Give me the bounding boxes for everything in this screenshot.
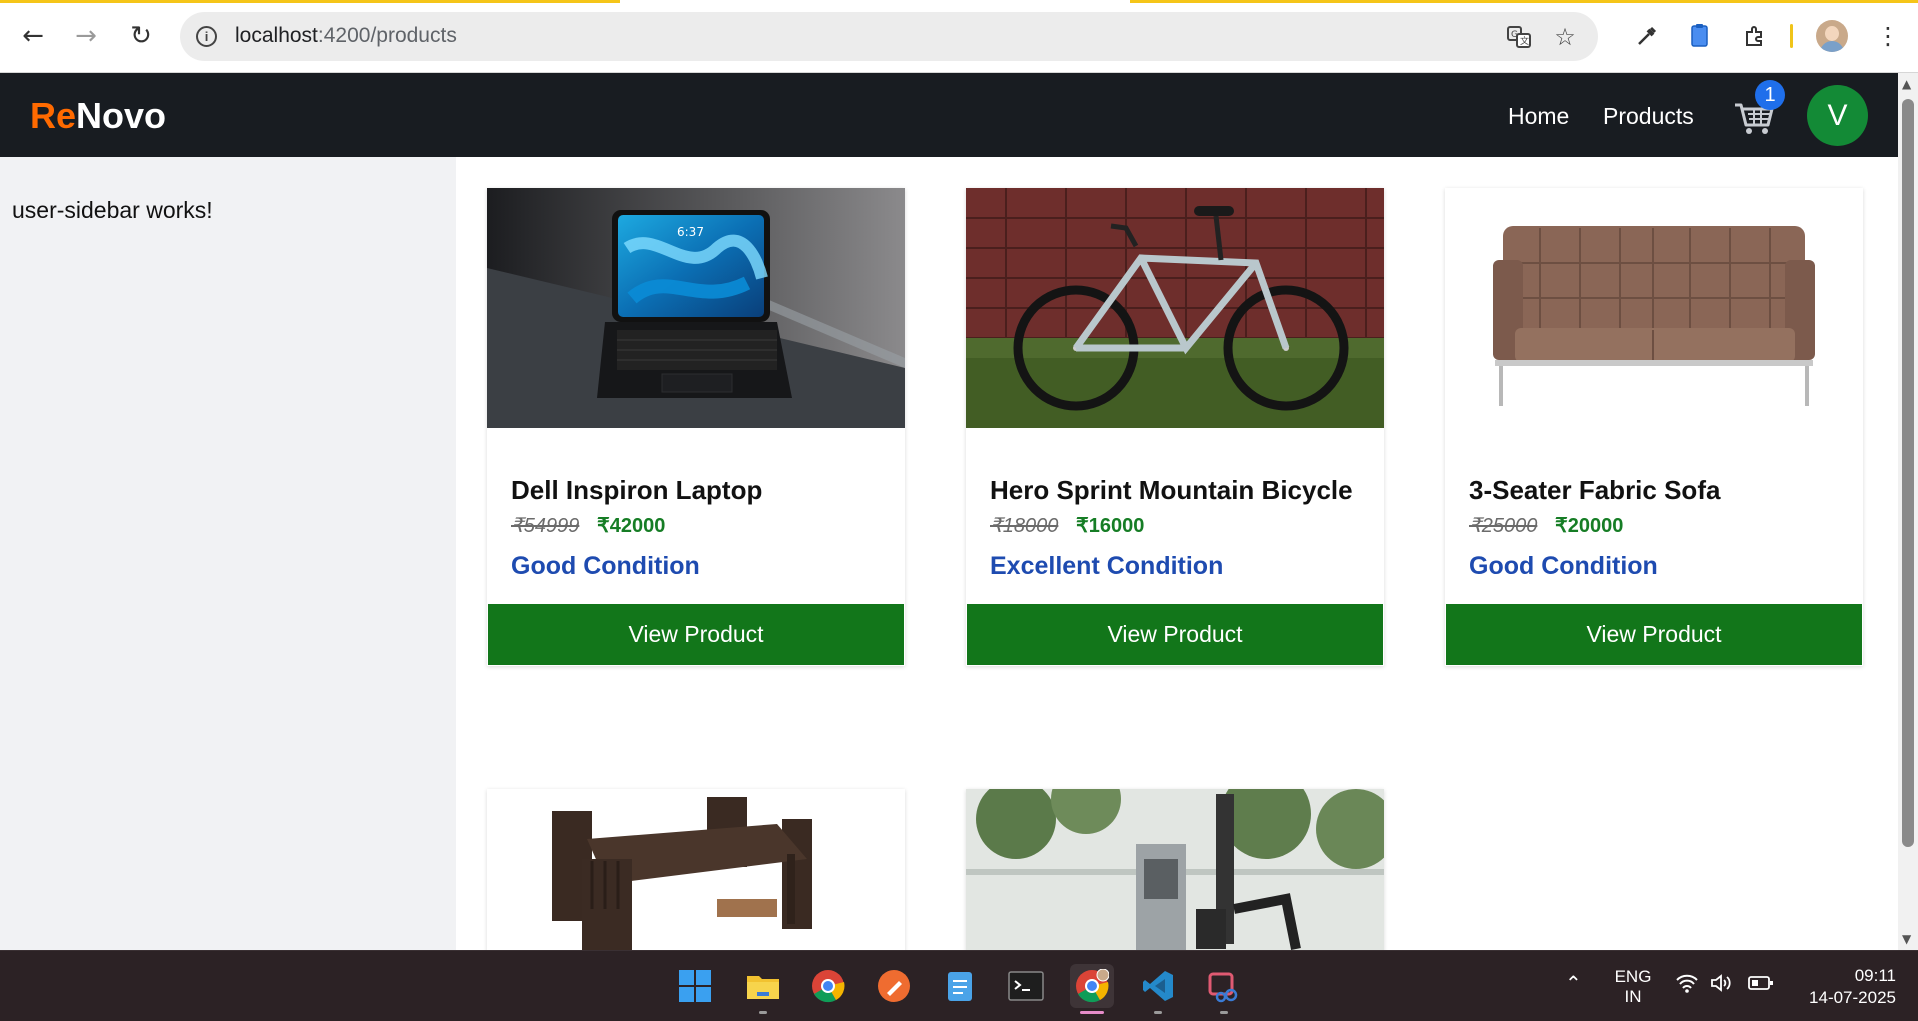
file-explorer-icon[interactable] [741, 964, 785, 1014]
product-condition: Good Condition [1469, 552, 1658, 580]
reload-icon[interactable]: ↻ [123, 18, 159, 54]
bicycle-image[interactable] [966, 188, 1384, 428]
app-active-indicator [1080, 1011, 1104, 1014]
svg-text:6:37: 6:37 [677, 225, 704, 239]
scroll-down-arrow-icon[interactable]: ▼ [1902, 932, 1911, 946]
product-title[interactable]: Dell Inspiron Laptop [511, 475, 762, 506]
view-product-button[interactable]: View Product [488, 604, 904, 665]
back-icon[interactable]: ← [15, 18, 51, 54]
start-menu-icon[interactable] [673, 964, 717, 1008]
wifi-icon[interactable] [1675, 973, 1699, 998]
clock-time: 09:11 [1854, 966, 1896, 985]
snipping-tool-icon[interactable] [1202, 964, 1246, 1014]
postman-icon[interactable] [872, 964, 916, 1008]
translate-icon[interactable]: G文 [1504, 22, 1534, 52]
language-code: ENG [1614, 967, 1652, 986]
products-grid: 6:37 Dell Inspiron Laptop ₹54999 ₹42000 … [456, 157, 1898, 950]
product-title[interactable]: Hero Sprint Mountain Bicycle [990, 475, 1353, 506]
vscode-icon[interactable] [1136, 964, 1180, 1014]
laptop-image[interactable]: 6:37 [487, 188, 905, 428]
page-scrollbar[interactable]: ▲ ▼ [1898, 73, 1918, 950]
browser-toolbar: ← → ↻ i localhost:4200/products G文 ☆ ⋮ [0, 0, 1918, 73]
sofa-image[interactable] [1445, 188, 1863, 428]
url-path: :4200/products [317, 24, 457, 47]
product-condition: Excellent Condition [990, 552, 1224, 580]
product-sale-price: ₹16000 [1076, 515, 1145, 537]
scrollbar-thumb[interactable] [1902, 99, 1914, 847]
extensions-puzzle-icon[interactable] [1737, 18, 1773, 54]
site-info-icon[interactable]: i [196, 26, 217, 47]
product-card [487, 789, 905, 950]
app-running-indicator [1220, 1011, 1228, 1014]
extension-clipboard-icon[interactable] [1682, 18, 1718, 54]
product-card: 6:37 Dell Inspiron Laptop ₹54999 ₹42000 … [487, 188, 905, 666]
tray-overflow-chevron-icon[interactable]: ⌃ [1565, 971, 1582, 995]
product-card [966, 789, 1384, 950]
product-card: Hero Sprint Mountain Bicycle ₹18000 ₹160… [966, 188, 1384, 666]
view-product-button[interactable]: View Product [967, 604, 1383, 665]
svg-text:文: 文 [1520, 35, 1529, 47]
sidebar-text: user-sidebar works! [12, 197, 213, 223]
browser-profile-avatar[interactable] [1816, 20, 1848, 52]
scroll-up-arrow-icon[interactable]: ▲ [1902, 77, 1911, 91]
url-host: localhost [235, 24, 318, 47]
product-title[interactable]: 3-Seater Fabric Sofa [1469, 475, 1720, 506]
product-card: 3-Seater Fabric Sofa ₹25000 ₹20000 Good … [1445, 188, 1863, 666]
user-avatar[interactable]: V [1807, 85, 1868, 146]
volume-icon[interactable] [1710, 973, 1734, 998]
forward-icon[interactable]: → [68, 18, 104, 54]
product-condition: Good Condition [511, 552, 700, 580]
toolbar-divider [1790, 24, 1793, 48]
chrome-profile-icon[interactable] [1070, 964, 1114, 1014]
chrome-icon[interactable] [806, 964, 850, 1008]
address-bar[interactable]: i localhost:4200/products G文 ☆ [180, 12, 1598, 61]
user-sidebar: user-sidebar works! [0, 157, 456, 950]
nav-link-products[interactable]: Products [1603, 103, 1694, 130]
brand-logo[interactable]: ReNovo [30, 95, 166, 137]
brand-logo-text: Novo [76, 95, 167, 136]
nav-link-home[interactable]: Home [1508, 103, 1569, 130]
browser-menu-icon[interactable]: ⋮ [1870, 18, 1906, 54]
notepad-icon[interactable] [938, 964, 982, 1008]
product-sale-price: ₹20000 [1555, 515, 1624, 537]
product-sale-price: ₹42000 [597, 515, 666, 537]
product-original-price: ₹18000 [990, 515, 1059, 537]
product-original-price: ₹25000 [1469, 515, 1538, 537]
eyedropper-icon[interactable] [1629, 18, 1665, 54]
url-text[interactable]: localhost:4200/products [235, 24, 457, 48]
terminal-icon[interactable] [1004, 964, 1048, 1008]
battery-icon[interactable] [1748, 974, 1774, 997]
app-running-indicator [759, 1011, 767, 1014]
cart-count-badge: 1 [1755, 80, 1785, 110]
loading-indicator [0, 0, 620, 3]
product-original-price: ₹54999 [511, 515, 580, 537]
loading-indicator-2 [1130, 0, 1918, 3]
dining-table-image[interactable] [487, 789, 905, 950]
app-running-indicator [1154, 1011, 1162, 1014]
gym-equipment-image[interactable] [966, 789, 1384, 950]
brand-logo-accent: Re [30, 95, 77, 136]
windows-taskbar: ⌃ ENG IN 09:11 14-07-2025 [0, 950, 1918, 1021]
clock[interactable]: 09:11 14-07-2025 [1796, 965, 1896, 1009]
region-code: IN [1624, 987, 1642, 1006]
svg-text:G: G [1511, 30, 1518, 40]
clock-date: 14-07-2025 [1809, 988, 1896, 1007]
app-navbar: ReNovo Home Products [0, 73, 1898, 157]
input-language-indicator[interactable]: ENG IN [1614, 967, 1652, 1007]
bookmark-star-icon[interactable]: ☆ [1550, 22, 1580, 52]
view-product-button[interactable]: View Product [1446, 604, 1862, 665]
